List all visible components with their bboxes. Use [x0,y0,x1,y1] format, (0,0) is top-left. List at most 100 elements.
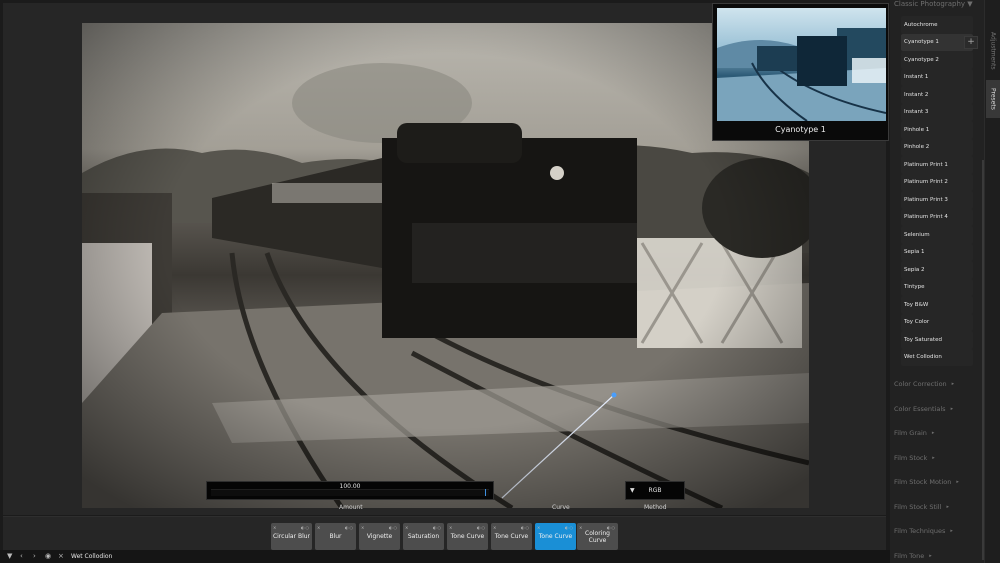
filter-chip[interactable]: × ◐○ Coloring Curve [577,523,618,550]
preset-item[interactable]: Pinhole 1 [901,121,973,139]
category-label: Film Techniques [894,527,946,536]
tab-presets[interactable]: Presets [986,80,1000,118]
close-icon[interactable]: × [361,524,364,531]
method-select[interactable]: ▼ RGB [625,481,685,500]
toggle-icon[interactable]: ◐○ [477,524,486,531]
category-item[interactable]: Film Tone ▸ [894,544,982,563]
category-item[interactable]: Color Essentials ▸ [894,397,982,422]
toggle-icon[interactable]: ◐○ [345,524,354,531]
side-tab-strip: Adjustments Presets [984,0,1000,563]
filter-chip-label: Tone Curve [538,533,573,540]
preset-item[interactable]: Selenium [901,226,973,244]
filter-chip[interactable]: × ◐○ Vignette [359,523,400,550]
preset-item[interactable]: Instant 1 [901,68,973,86]
chevron-down-icon: ▼ [967,0,973,8]
filter-chip-label: Blur [329,533,342,540]
chevron-right-icon: ▸ [951,381,955,388]
category-item[interactable]: Film Grain ▸ [894,421,982,446]
preset-item[interactable]: Instant 2 [901,86,973,104]
preset-preview-popup: Cyanotype 1 [712,3,889,141]
toggle-icon[interactable]: ◐○ [301,524,310,531]
close-icon[interactable]: × [493,524,496,531]
amount-slider[interactable]: 100.00 [206,481,494,500]
filter-chip[interactable]: × ◐○ Saturation [403,523,444,550]
category-label: Color Essentials [894,404,946,413]
preset-item[interactable]: Platinum Print 3 [901,191,973,209]
chevron-right-icon: ▸ [950,405,954,412]
toggle-icon[interactable]: ◐○ [433,524,442,531]
filter-chip-label: Tone Curve [494,533,529,540]
arrow-left-icon[interactable]: ‹ [20,552,23,560]
filter-chip-label: Tone Curve [450,533,485,540]
category-label: Film Stock Still [894,502,942,511]
filter-chip[interactable]: × ◐○ Blur [315,523,356,550]
preset-item[interactable]: Platinum Print 1 [901,156,973,174]
toggle-icon[interactable]: ◐○ [389,524,398,531]
method-label: Method [644,504,667,511]
preset-item[interactable]: Sepia 1 [901,243,973,261]
category-list: Color Correction ▸ Color Essentials ▸ Film G… [894,372,982,563]
close-icon[interactable]: × [405,524,408,531]
collapse-icon[interactable]: ▼ [7,552,12,560]
preset-item[interactable]: Tintype [901,278,973,296]
filter-chip[interactable]: × ◐○ Tone Curve [491,523,532,550]
close-icon[interactable]: × [317,524,320,531]
add-preset-button[interactable]: + [964,36,978,49]
curve-label: Curve [552,504,570,511]
tab-adjustments[interactable]: Adjustments [986,26,1000,76]
category-item[interactable]: Film Techniques ▸ [894,519,982,544]
filter-chain-bar: × ◐○ Circular Blur × ◐○ Blur × ◐○ Vignette × ◐○ Sat… [3,516,886,550]
preset-item[interactable]: Instant 3 [901,103,973,121]
category-label: Film Tone [894,551,925,560]
preset-item[interactable]: Pinhole 2 [901,138,973,156]
preset-preview-title: Cyanotype 1 [775,125,826,134]
category-label: Film Stock [894,453,928,462]
preset-item[interactable]: Wet Collodion [901,348,973,366]
snapshot-icon[interactable]: ◉ [45,552,51,560]
presets-panel: Classic Photography ▼ Autochrome Cyanotyp… [890,0,984,563]
photo-canvas [82,23,809,508]
amount-label: Amount [339,504,363,511]
close-icon[interactable]: × [449,524,452,531]
preset-item[interactable]: Platinum Print 4 [901,208,973,226]
close-icon[interactable]: × [579,524,582,531]
filter-chip[interactable]: × ◐○ Tone Curve [447,523,488,550]
preset-item[interactable]: Sepia 2 [901,261,973,279]
chevron-right-icon: ▸ [956,479,959,486]
close-icon[interactable]: × [273,524,276,531]
category-item[interactable]: Film Stock ▸ [894,446,982,471]
arrow-right-icon[interactable]: › [33,552,36,560]
method-value: RGB [648,487,662,494]
filter-chip[interactable]: × ◐○ Circular Blur [271,523,312,550]
category-item[interactable]: Color Correction ▸ [894,372,982,397]
toggle-icon[interactable]: ◐○ [521,524,530,531]
preset-item[interactable]: Toy Saturated [901,331,973,349]
category-item[interactable]: Film Stock Motion ▸ [894,470,982,495]
chevron-right-icon: ▸ [929,552,932,559]
amount-thumb[interactable] [485,489,487,496]
chevron-right-icon: ▸ [946,503,949,510]
preset-list: Autochrome Cyanotype 1 Cyanotype 2 Instant … [901,16,973,366]
category-label: Film Stock Motion [894,478,952,487]
preset-item[interactable]: Cyanotype 2 [901,51,973,69]
filter-chip-label: Coloring Curve [585,529,610,544]
close-icon[interactable]: × [58,552,64,560]
category-heading-label: Classic Photography [894,0,966,8]
preset-item[interactable]: Toy Color [901,313,973,331]
toggle-icon[interactable]: ◐○ [565,524,574,531]
status-bar: ▼ ‹ › ◉ × Wet Collodion [0,550,890,563]
preset-item[interactable]: Autochrome [901,16,973,34]
toggle-icon[interactable]: ◐○ [607,524,616,531]
close-icon[interactable]: × [537,524,540,531]
category-item[interactable]: Film Stock Still ▸ [894,495,982,520]
amount-track[interactable] [211,489,489,496]
preset-item[interactable]: Toy B&W [901,296,973,314]
preset-item[interactable]: Platinum Print 2 [901,173,973,191]
filter-chip[interactable]: × ◐○ Tone Curve [535,523,576,550]
preset-item[interactable]: Cyanotype 1 [901,33,973,51]
current-preset-name: Wet Collodion [71,553,113,560]
chevron-right-icon: ▸ [932,454,935,461]
category-heading-classic-photography[interactable]: Classic Photography ▼ [894,0,973,8]
chevron-right-icon: ▸ [950,528,953,535]
filter-chip-label: Vignette [366,533,393,540]
